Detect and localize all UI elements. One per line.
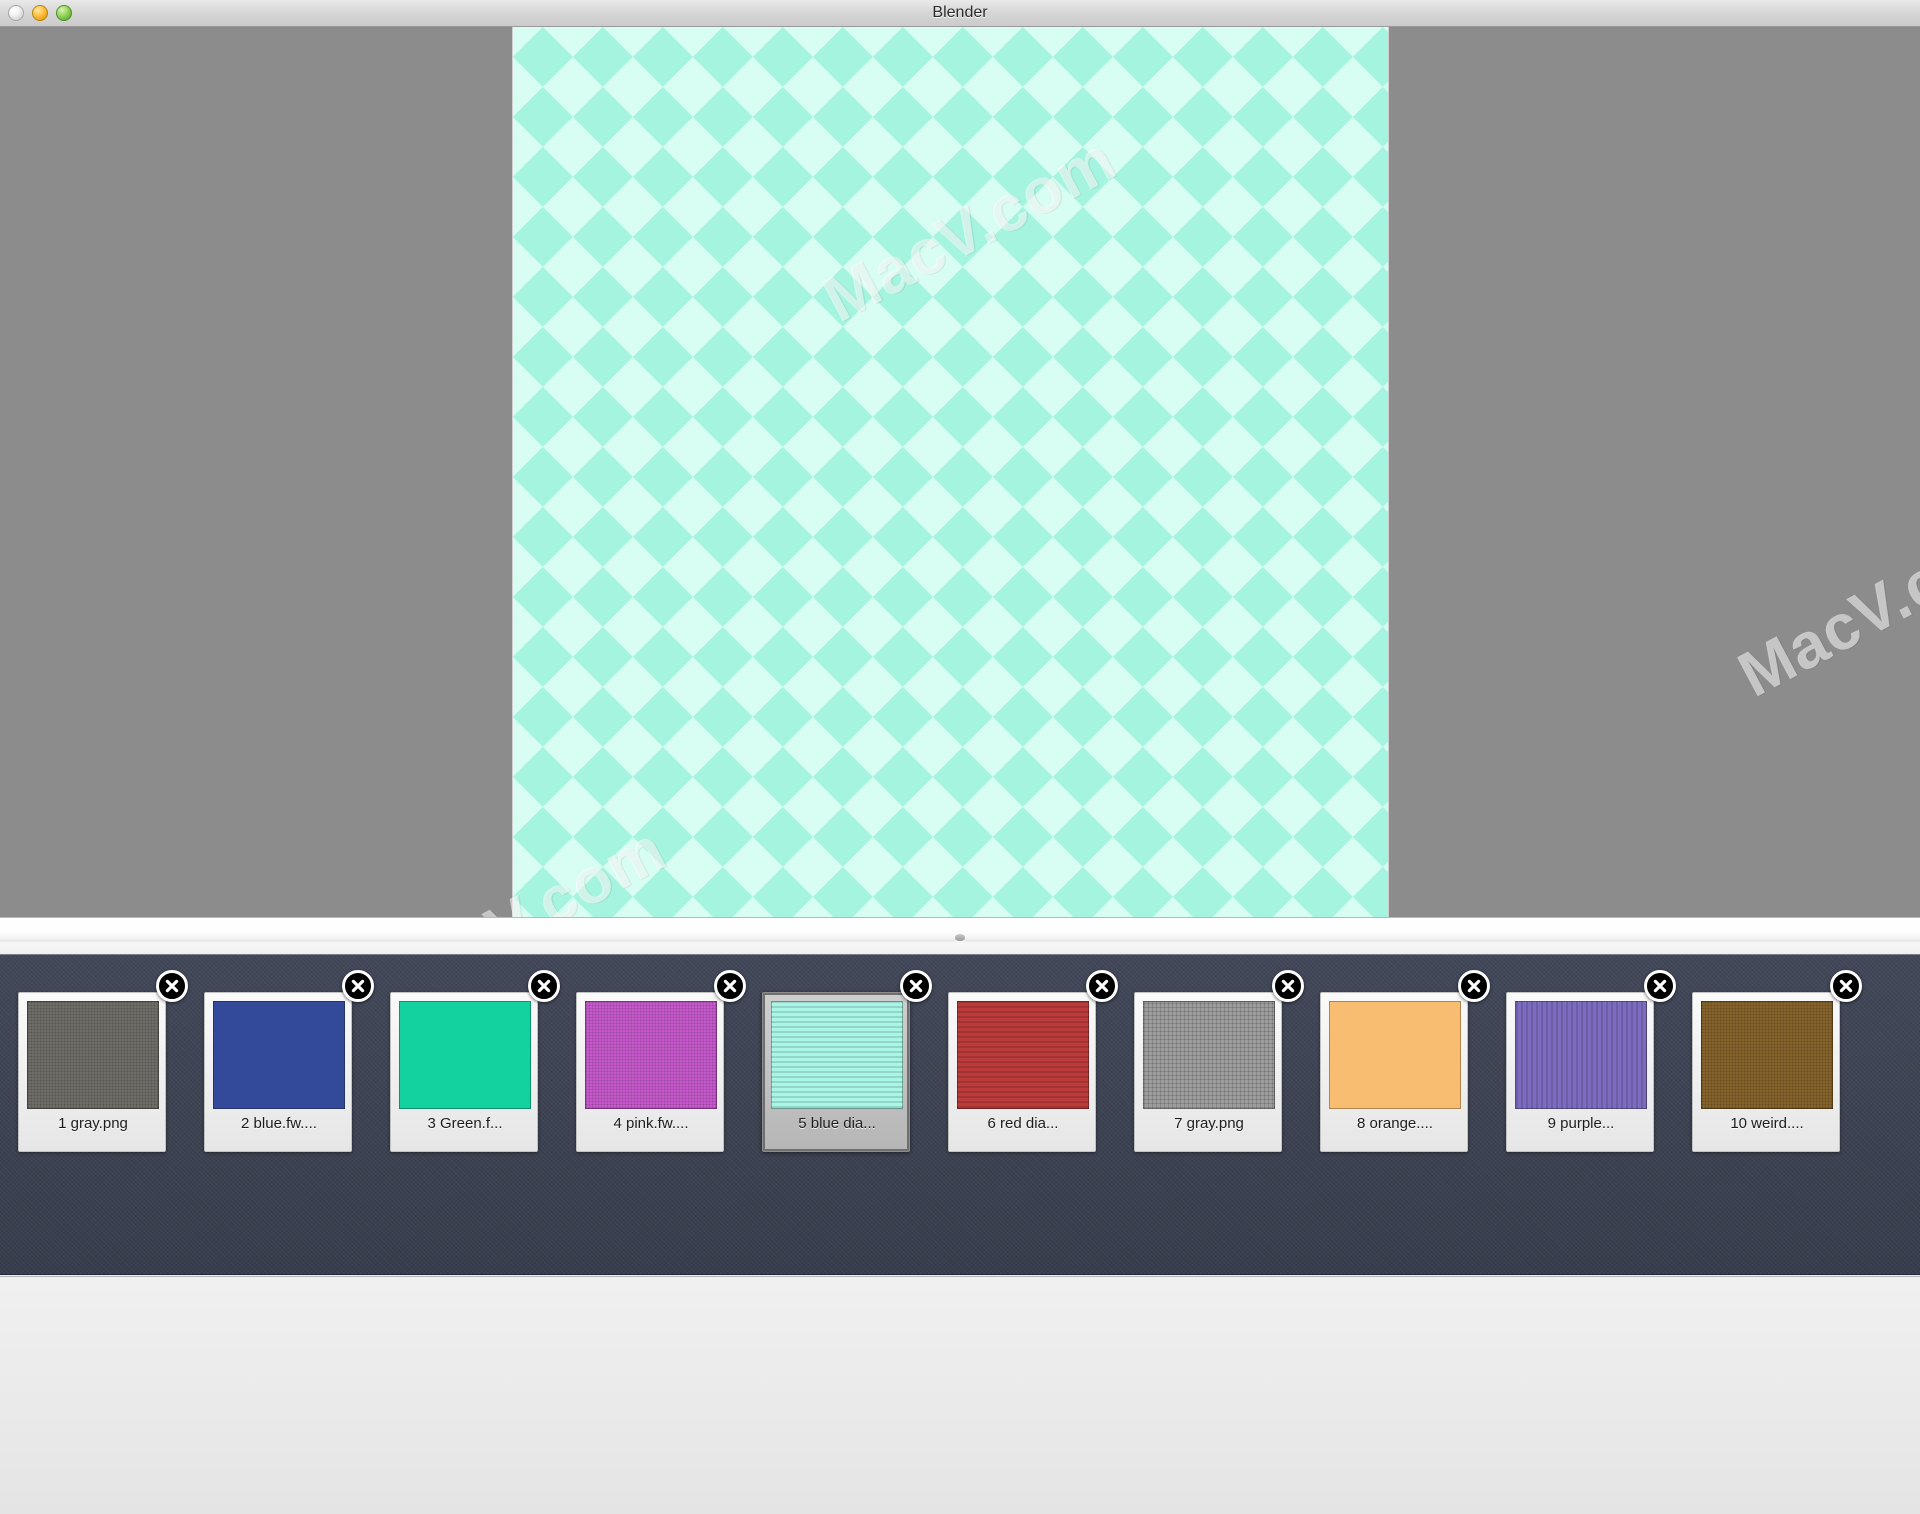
thumbnail-image[interactable]: [771, 1001, 903, 1109]
thumbnail-image[interactable]: [585, 1001, 717, 1109]
thumbnail-list: 1 gray.png 2 blue.fw.... 3 Green.f... 4 pin…: [18, 970, 1870, 1152]
thumbnail-item[interactable]: 3 Green.f...: [390, 970, 568, 1152]
thumbnail-label: 3 Green.f...: [427, 1115, 503, 1132]
thumbnail-image[interactable]: [957, 1001, 1089, 1109]
pane-splitter[interactable]: [0, 917, 1920, 955]
app-window: Blender MacV.com MacV.com MacV.com 1 gra…: [0, 0, 1920, 1514]
thumbnail-label: 5 blue dia...: [798, 1115, 876, 1132]
thumbnail-label: 7 gray.png: [1174, 1115, 1244, 1132]
thumbnail-card[interactable]: 9 purple...: [1506, 992, 1654, 1152]
thumbnail-item[interactable]: 4 pink.fw....: [576, 970, 754, 1152]
thumbnail-card[interactable]: 3 Green.f...: [390, 992, 538, 1152]
thumbnail-label: 9 purple...: [1547, 1115, 1615, 1132]
thumbnail-card[interactable]: 4 pink.fw....: [576, 992, 724, 1152]
preview-pane: MacV.com MacV.com MacV.com: [0, 27, 1920, 917]
remove-image-icon[interactable]: [1086, 970, 1118, 1002]
thumbnail-label: 4 pink.fw....: [613, 1115, 689, 1132]
thumbnail-label: 1 gray.png: [58, 1115, 128, 1132]
remove-image-icon[interactable]: [1830, 970, 1862, 1002]
window-titlebar: Blender: [0, 0, 1920, 27]
watermark: MacV.com: [1726, 497, 1920, 711]
thumbnail-card[interactable]: 7 gray.png: [1134, 992, 1282, 1152]
thumbnail-label: 2 blue.fw....: [241, 1115, 317, 1132]
remove-image-icon[interactable]: [1644, 970, 1676, 1002]
thumbnail-label: 10 weird....: [1730, 1115, 1804, 1132]
remove-image-icon[interactable]: [528, 970, 560, 1002]
thumbnail-item[interactable]: 1 gray.png: [18, 970, 196, 1152]
thumbnail-image[interactable]: [1701, 1001, 1833, 1109]
thumbnail-card[interactable]: 2 blue.fw....: [204, 992, 352, 1152]
thumbnail-card[interactable]: 1 gray.png: [18, 992, 166, 1152]
thumbnail-image[interactable]: [1143, 1001, 1275, 1109]
thumbnail-image[interactable]: [1515, 1001, 1647, 1109]
thumbnail-item[interactable]: 6 red dia...: [948, 970, 1126, 1152]
thumbnail-item[interactable]: 7 gray.png: [1134, 970, 1312, 1152]
thumbnail-item[interactable]: 8 orange....: [1320, 970, 1498, 1152]
thumbnail-card[interactable]: 6 red dia...: [948, 992, 1096, 1152]
window-title: Blender: [932, 4, 988, 21]
thumbnail-image[interactable]: [1329, 1001, 1461, 1109]
thumbnail-item[interactable]: 2 blue.fw....: [204, 970, 382, 1152]
remove-image-icon[interactable]: [900, 970, 932, 1002]
thumbnail-label: 6 red dia...: [987, 1115, 1059, 1132]
thumbnail-card[interactable]: 8 orange....: [1320, 992, 1468, 1152]
thumbnail-item[interactable]: 10 weird....: [1692, 970, 1870, 1152]
thumbnail-image[interactable]: [213, 1001, 345, 1109]
splitter-handle-icon[interactable]: [955, 934, 965, 941]
thumbnail-image[interactable]: [27, 1001, 159, 1109]
thumbnail-label: 8 orange....: [1357, 1115, 1433, 1132]
remove-image-icon[interactable]: [714, 970, 746, 1002]
thumbnail-card[interactable]: 5 blue dia...: [762, 992, 910, 1152]
remove-image-icon[interactable]: [1458, 970, 1490, 1002]
remove-image-icon[interactable]: [342, 970, 374, 1002]
thumbnail-item[interactable]: 9 purple...: [1506, 970, 1684, 1152]
thumbnail-item[interactable]: 5 blue dia...: [762, 970, 940, 1152]
thumbnail-image[interactable]: [399, 1001, 531, 1109]
thumbnail-card[interactable]: 10 weird....: [1692, 992, 1840, 1152]
thumbnail-strip: 1 gray.png 2 blue.fw.... 3 Green.f... 4 pin…: [0, 955, 1920, 1275]
bottom-toolbar: Add Pictures... 10 images Specify the bl…: [0, 1276, 1920, 1514]
remove-image-icon[interactable]: [156, 970, 188, 1002]
preview-image: [512, 27, 1389, 917]
remove-image-icon[interactable]: [1272, 970, 1304, 1002]
